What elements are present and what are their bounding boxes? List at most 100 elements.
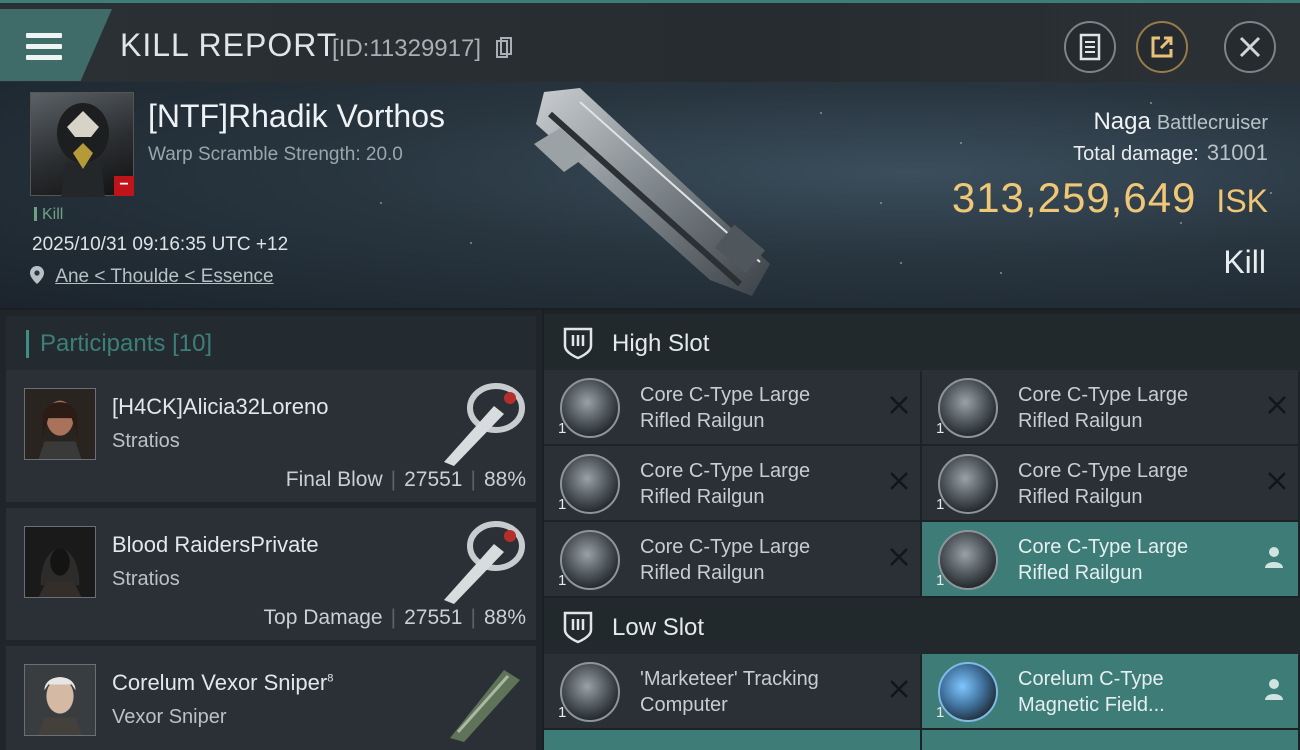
module-item[interactable]: 1 Core C-Type Large Rifled Railgun	[922, 446, 1298, 520]
share-icon	[1151, 36, 1173, 58]
module-quantity: 1	[936, 420, 945, 437]
participant-row[interactable]: Corelum Vexor Sniper8 Vexor Sniper	[6, 646, 536, 750]
location-pin-icon	[30, 266, 44, 284]
railgun-icon	[938, 454, 998, 514]
module-name: Core C-Type Large Rifled Railgun	[640, 384, 811, 432]
railgun-icon	[560, 530, 620, 590]
total-damage-label: Total damage:	[1073, 143, 1199, 165]
report-id: [ID:11329917]	[332, 35, 482, 62]
participant-ship-image	[450, 670, 520, 742]
module-item[interactable]: 1 Core C-Type Large Rifled Railgun	[544, 522, 920, 596]
hostile-badge: −	[114, 176, 134, 196]
participants-title: Participants [10]	[40, 330, 213, 357]
copy-icon[interactable]	[496, 37, 512, 59]
module-quantity: 1	[558, 704, 567, 721]
participant-avatar	[24, 664, 96, 736]
module-item[interactable]: 1 Core C-Type Large Rifled Railgun	[922, 370, 1298, 444]
x-icon	[890, 396, 908, 414]
participant-name: Blood RaidersPrivate	[112, 532, 319, 557]
module-item[interactable]	[544, 730, 920, 750]
module-item[interactable]: 1 Core C-Type Large Rifled Railgun	[922, 522, 1298, 596]
module-name: Corelum C-Type Magnetic Field...	[1018, 668, 1165, 716]
participant-ship-image	[444, 521, 525, 604]
module-name: Core C-Type Large Rifled Railgun	[1018, 460, 1189, 508]
kill-datetime: 2025/10/31 09:16:35 UTC +12	[32, 234, 289, 255]
module-item[interactable]: 1 Corelum C-Type Magnetic Field...	[922, 654, 1298, 728]
victim-ship[interactable]: Naga Battlecruiser	[1093, 108, 1268, 136]
tracking-computer-icon	[560, 662, 620, 722]
low-slot-title: Low Slot	[612, 614, 705, 641]
module-name: Core C-Type Large Rifled Railgun	[1018, 384, 1189, 432]
x-icon	[1268, 472, 1286, 490]
kill-tag: Kill	[34, 206, 63, 224]
participant-row[interactable]: Blood RaidersPrivate Stratios Top Damage…	[6, 508, 536, 640]
hamburger-icon	[26, 33, 62, 61]
x-icon	[890, 548, 908, 566]
participant-percent: 88%	[483, 468, 526, 491]
participant-ship: Stratios	[112, 430, 180, 452]
module-name: Core C-Type Large Rifled Railgun	[640, 536, 811, 584]
victim-name[interactable]: [NTF]Rhadik Vorthos	[148, 98, 445, 135]
kill-location[interactable]: Ane < Thoulde < Essence	[30, 266, 274, 288]
x-icon	[1268, 396, 1286, 414]
module-item[interactable]: 1 'Marketeer' Tracking Computer	[544, 654, 920, 728]
notes-button[interactable]	[1064, 21, 1116, 73]
module-quantity: 1	[936, 572, 945, 589]
ship-name: Naga	[1093, 108, 1151, 135]
participant-avatar	[24, 388, 96, 460]
module-name: 'Marketeer' Tracking Computer	[640, 668, 819, 716]
high-slot-title: High Slot	[612, 330, 710, 357]
railgun-icon	[560, 454, 620, 514]
ship-class: Battlecruiser	[1156, 112, 1268, 134]
isk-amount: 313,259,649	[951, 174, 1197, 221]
participant-stats: Final Blow | 27551 | 88%	[285, 468, 526, 491]
railgun-icon	[938, 378, 998, 438]
module-item[interactable]	[922, 730, 1298, 750]
x-icon	[890, 472, 908, 490]
x-icon	[890, 680, 908, 698]
total-damage: Total damage: 31001	[1073, 140, 1268, 166]
participant-row[interactable]: [H4CK]Alicia32Loreno Stratios Final Blow…	[6, 370, 536, 502]
low-slot-header: Low Slot	[544, 598, 1300, 656]
module-quantity: 1	[936, 496, 945, 513]
railgun-icon	[560, 378, 620, 438]
person-icon	[1265, 679, 1283, 700]
module-item[interactable]: 1 Core C-Type Large Rifled Railgun	[544, 370, 920, 444]
module-quantity: 1	[558, 572, 567, 589]
participant-ship-image	[444, 383, 525, 466]
module-quantity: 1	[558, 420, 567, 437]
location-link[interactable]: Ane < Thoulde < Essence	[55, 266, 273, 287]
victim-ship-image	[534, 88, 770, 296]
close-icon	[1239, 36, 1261, 58]
module-quantity: 1	[558, 496, 567, 513]
railgun-icon	[938, 530, 998, 590]
participant-ship: Stratios	[112, 568, 180, 590]
participant-name: Corelum Vexor Sniper8	[112, 670, 334, 695]
magnetic-field-icon	[938, 662, 998, 722]
shield-slot-icon	[563, 327, 593, 360]
participant-damage: 27551	[404, 606, 463, 629]
participants-panel: Participants [10] [H4CK]Alicia32Loreno S…	[0, 310, 542, 750]
isk-value: 313,259,649 ISK	[952, 174, 1268, 222]
shield-slot-icon	[563, 611, 593, 644]
page-title: KILL REPORT	[120, 27, 338, 63]
high-slot-header: High Slot	[544, 314, 1300, 372]
participants-header: Participants [10]	[6, 316, 536, 372]
fitting-panel: High Slot 1 Core C-Type Large Rifled Rail…	[544, 310, 1300, 750]
module-item[interactable]: 1 Core C-Type Large Rifled Railgun	[544, 446, 920, 520]
isk-unit: ISK	[1216, 183, 1268, 219]
menu-button[interactable]	[0, 9, 112, 81]
participant-avatar	[24, 526, 96, 598]
module-quantity: 1	[936, 704, 945, 721]
header-bar: KILL REPORT [ID:11329917]	[0, 0, 1300, 82]
victim-panel: − [NTF]Rhadik Vorthos Warp Scramble Stre…	[0, 82, 1300, 308]
participant-damage: 27551	[404, 468, 463, 491]
person-icon	[1265, 547, 1283, 568]
notes-icon	[1079, 33, 1101, 61]
participant-ship: Vexor Sniper	[112, 706, 227, 728]
module-name: Core C-Type Large Rifled Railgun	[1018, 536, 1189, 584]
close-button[interactable]	[1224, 21, 1276, 73]
participant-stats: Top Damage | 27551 | 88%	[263, 606, 526, 629]
share-button[interactable]	[1136, 21, 1188, 73]
participant-name: [H4CK]Alicia32Loreno	[112, 394, 329, 419]
